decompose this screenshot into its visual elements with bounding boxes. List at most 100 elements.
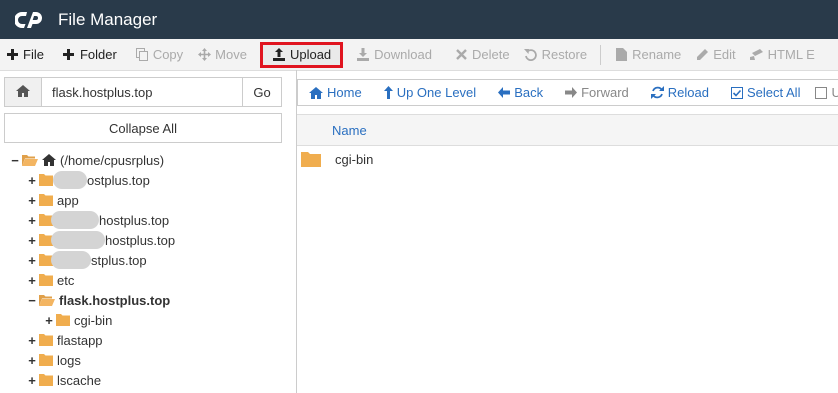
up-one-level-button[interactable]: Up One Level [373, 85, 488, 100]
move-button[interactable]: Move [190, 44, 254, 66]
app-title: File Manager [58, 9, 158, 29]
tree-toggle[interactable]: + [27, 193, 37, 208]
redacted-text [51, 251, 91, 269]
delete-label: Delete [472, 47, 510, 62]
tree-toggle[interactable]: + [27, 213, 37, 228]
home-button[interactable] [5, 78, 42, 106]
nav-home-button[interactable]: Home [298, 85, 373, 100]
home-icon [309, 86, 323, 99]
folder-icon [39, 274, 53, 286]
tree-item-label: app [57, 192, 79, 208]
download-label: Download [374, 47, 432, 62]
tree-item-cgi-bin[interactable]: + cgi-bin [44, 310, 112, 330]
tree-item-flastapp[interactable]: + flastapp [27, 330, 103, 350]
file-list-header: Name [297, 114, 838, 146]
folder-icon [39, 354, 53, 366]
download-icon [356, 48, 370, 62]
tree-toggle[interactable]: + [27, 233, 37, 248]
html-editor-label: HTML E [767, 47, 815, 62]
edit-button[interactable]: Edit [688, 44, 742, 66]
restore-button[interactable]: Restore [517, 44, 595, 66]
rename-icon [614, 48, 628, 62]
path-input[interactable] [42, 78, 242, 106]
folder-icon [39, 374, 53, 386]
folder-icon [39, 174, 53, 186]
tree-item-redacted-4[interactable]: + stplus.top [27, 250, 147, 270]
upload-label: Upload [289, 47, 332, 62]
tree-item-label: lscache [57, 372, 102, 388]
collapse-all-button[interactable]: Collapse All [4, 113, 282, 143]
tree-item-logs[interactable]: + logs [27, 350, 81, 370]
reload-button[interactable]: Reload [640, 85, 720, 100]
tree-item-label: ostplus.top [87, 172, 150, 188]
tree-toggle[interactable]: + [27, 273, 37, 288]
tree-item-flask-hostplus-top[interactable]: − flask.hostplus.top [27, 290, 170, 310]
rename-button[interactable]: Rename [607, 44, 688, 66]
tree-item-label: hostplus.top [105, 232, 176, 248]
edit-label: Edit [713, 47, 736, 62]
tree-toggle[interactable]: + [27, 253, 37, 268]
tree-item-label: cgi-bin [74, 312, 113, 328]
tree-toggle[interactable]: − [10, 153, 20, 168]
tree-toggle[interactable]: − [27, 293, 37, 308]
rename-label: Rename [632, 47, 682, 62]
forward-arrow-icon [565, 87, 578, 98]
tree-item-label: flask.hostplus.top [59, 292, 171, 308]
path-bar: Go [4, 77, 282, 107]
tree-item-home[interactable]: − (/home/cpusrplus) [10, 150, 164, 170]
unselect-all-button[interactable]: U [811, 85, 838, 100]
tree-toggle[interactable]: + [44, 313, 54, 328]
tree-toggle[interactable]: + [27, 173, 37, 188]
tree-item-redacted-1[interactable]: + ostplus.top [27, 170, 150, 190]
download-button[interactable]: Download [349, 44, 439, 66]
tree-item-label: logs [57, 352, 81, 368]
reload-icon [650, 86, 664, 99]
new-file-button[interactable]: File [0, 44, 51, 66]
forward-label: Forward [581, 85, 629, 100]
select-all-label: Select All [746, 85, 801, 100]
file-row[interactable]: cgi-bin [297, 148, 838, 170]
tree-item-etc[interactable]: + etc [27, 270, 74, 290]
file-name: cgi-bin [335, 151, 374, 167]
tree-item-label: hostplus.top [99, 212, 170, 228]
tree-toggle[interactable]: + [27, 333, 37, 348]
html-editor-button[interactable]: HTML E [743, 44, 822, 66]
redacted-text [51, 211, 99, 229]
back-arrow-icon [498, 87, 511, 98]
toolbar: File Folder Copy Move Upload Download De… [0, 39, 838, 71]
forward-button[interactable]: Forward [554, 85, 640, 100]
restore-label: Restore [541, 47, 588, 62]
move-label: Move [215, 47, 247, 62]
redacted-text [51, 231, 105, 249]
tree-item-label: flastapp [57, 332, 103, 348]
html-editor-icon [750, 48, 764, 62]
copy-button[interactable]: Copy [128, 44, 190, 66]
upload-icon [272, 48, 286, 62]
new-folder-button[interactable]: Folder [55, 44, 124, 66]
folder-icon [39, 334, 53, 346]
back-label: Back [514, 85, 544, 100]
top-bar: File Manager [0, 0, 838, 39]
copy-icon [135, 48, 149, 62]
go-button[interactable]: Go [242, 78, 281, 106]
tree-item-redacted-2[interactable]: + hostplus.top [27, 210, 169, 230]
back-button[interactable]: Back [487, 85, 554, 100]
folder-icon [301, 151, 321, 167]
name-column-header[interactable]: Name [332, 123, 367, 138]
new-file-label: File [23, 47, 44, 62]
tree-item-redacted-3[interactable]: + hostplus.top [27, 230, 175, 250]
unselect-all-label: U [831, 85, 838, 100]
upload-button[interactable]: Upload [259, 41, 344, 68]
toolbar-divider [600, 44, 602, 65]
select-all-button[interactable]: Select All [720, 85, 811, 100]
tree-toggle[interactable]: + [27, 373, 37, 388]
delete-button[interactable]: Delete [447, 44, 517, 66]
tree-item-lscache[interactable]: + lscache [27, 370, 101, 390]
home-icon [16, 84, 30, 100]
plus-icon [5, 48, 19, 62]
plus-icon [62, 48, 76, 62]
tree-item-app[interactable]: + app [27, 190, 79, 210]
tree-toggle[interactable]: + [27, 353, 37, 368]
tree-item-label: (/home/cpusrplus) [60, 152, 165, 168]
cpanel-logo-icon[interactable] [10, 0, 50, 39]
